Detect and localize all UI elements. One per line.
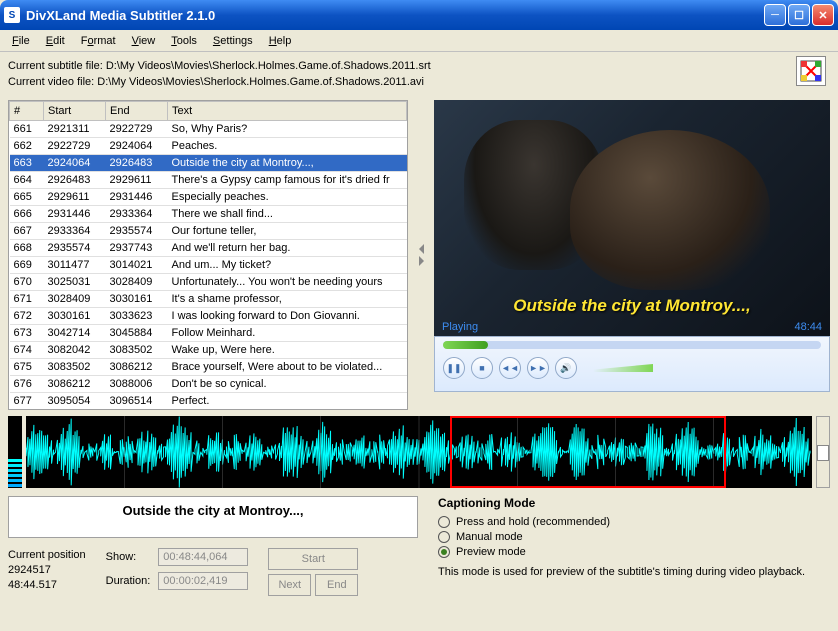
waveform-selection[interactable] <box>450 416 725 488</box>
close-button[interactable]: ✕ <box>812 4 834 26</box>
next-caption-button[interactable]: Next <box>268 574 311 596</box>
menu-tools[interactable]: Tools <box>163 33 205 49</box>
duration-input[interactable] <box>158 572 248 590</box>
radio-option[interactable]: Manual mode <box>438 531 830 543</box>
show-label: Show: <box>106 551 151 563</box>
mode-description: This mode is used for preview of the sub… <box>438 566 830 578</box>
splitter-left-icon <box>419 244 424 254</box>
video-file-path: D:\My Videos\Movies\Sherlock.Holmes.Game… <box>97 76 424 88</box>
radio-option[interactable]: Preview mode <box>438 546 830 558</box>
player-controls: ❚❚ ■ ◄◄ ►► 🔊 <box>434 336 830 392</box>
video-time: 48:44 <box>794 321 822 333</box>
window-title: DivXLand Media Subtitler 2.1.0 <box>26 8 764 23</box>
menu-file[interactable]: File <box>4 33 38 49</box>
video-file-label: Current video file: <box>8 76 94 88</box>
menu-help[interactable]: Help <box>261 33 300 49</box>
caption-mode-title: Captioning Mode <box>438 496 830 510</box>
position-time: 48:44.517 <box>8 578 86 593</box>
table-row[interactable]: 66729333642935574Our fortune teller, <box>10 223 407 240</box>
file-info-panel: Current subtitle file: D:\My Videos\Movi… <box>0 52 838 100</box>
table-row[interactable]: 66229227292924064Peaches. <box>10 138 407 155</box>
video-subtitle-overlay: Outside the city at Montroy..., <box>434 296 830 316</box>
titlebar: S DivXLand Media Subtitler 2.1.0 ─ ☐ ✕ <box>0 0 838 30</box>
menu-view[interactable]: View <box>124 33 164 49</box>
level-meter <box>8 416 22 488</box>
position-info: Current position 2924517 48:44.517 <box>8 548 86 593</box>
show-input[interactable] <box>158 548 248 566</box>
subtitle-file-label: Current subtitle file: <box>8 60 103 72</box>
radio-label: Preview mode <box>456 546 526 558</box>
table-row[interactable]: 66129213112922729So, Why Paris? <box>10 121 407 138</box>
menu-settings[interactable]: Settings <box>205 33 261 49</box>
waveform[interactable] <box>26 416 812 488</box>
subtitle-edit-box[interactable]: Outside the city at Montroy..., <box>8 496 418 538</box>
radio-icon <box>438 531 450 543</box>
volume-slider[interactable] <box>593 364 653 372</box>
table-row[interactable]: 66829355742937743And we'll return her ba… <box>10 240 407 257</box>
waveform-zoom-slider[interactable] <box>816 416 830 488</box>
video-status: Playing <box>442 321 478 333</box>
video-preview[interactable]: Outside the city at Montroy..., Playing … <box>434 100 830 336</box>
splitter-right-icon <box>419 256 424 266</box>
column-header[interactable]: End <box>106 102 168 121</box>
maximize-button[interactable]: ☐ <box>788 4 810 26</box>
table-row[interactable]: 66429264832929611There's a Gypsy camp fa… <box>10 172 407 189</box>
column-header[interactable]: Start <box>44 102 106 121</box>
start-button[interactable]: Start <box>268 548 358 570</box>
menu-format[interactable]: Format <box>73 33 124 49</box>
table-row[interactable]: 66629314462933364There we shall find... <box>10 206 407 223</box>
end-button[interactable]: End <box>315 574 358 596</box>
table-row[interactable]: 67530835023086212Brace yourself, Were ab… <box>10 359 407 376</box>
column-header[interactable]: Text <box>168 102 407 121</box>
column-header[interactable]: # <box>10 102 44 121</box>
table-row[interactable]: 67030250313028409Unfortunately... You wo… <box>10 274 407 291</box>
next-button[interactable]: ►► <box>527 357 549 379</box>
radio-label: Manual mode <box>456 531 523 543</box>
menubar: File Edit Format View Tools Settings Hel… <box>0 30 838 52</box>
minimize-button[interactable]: ─ <box>764 4 786 26</box>
table-row[interactable]: 66930114773014021And um... My ticket? <box>10 257 407 274</box>
table-row[interactable]: 67230301613033623I was looking forward t… <box>10 308 407 325</box>
position-frame: 2924517 <box>8 563 86 578</box>
subtitle-file-path: D:\My Videos\Movies\Sherlock.Holmes.Game… <box>106 60 431 72</box>
position-label: Current position <box>8 548 86 563</box>
radio-icon <box>438 516 450 528</box>
radio-icon <box>438 546 450 558</box>
prev-button[interactable]: ◄◄ <box>499 357 521 379</box>
app-icon: S <box>4 7 20 23</box>
volume-button[interactable]: 🔊 <box>555 357 577 379</box>
table-row[interactable]: 67730950543096514Perfect. <box>10 393 407 410</box>
table-row[interactable]: 67330427143045884Follow Meinhard. <box>10 325 407 342</box>
table-row[interactable]: 67130284093030161It's a shame professor, <box>10 291 407 308</box>
table-row[interactable]: 67430820423083502Wake up, Were here. <box>10 342 407 359</box>
radio-label: Press and hold (recommended) <box>456 516 610 528</box>
subtitle-table[interactable]: #StartEndText 66129213112922729So, Why P… <box>8 100 408 410</box>
duration-label: Duration: <box>106 575 151 587</box>
table-row[interactable]: 67630862123088006Don't be so cynical. <box>10 376 407 393</box>
pause-button[interactable]: ❚❚ <box>443 357 465 379</box>
splitter-vertical[interactable] <box>416 100 426 410</box>
menu-edit[interactable]: Edit <box>38 33 73 49</box>
stop-button[interactable]: ■ <box>471 357 493 379</box>
table-row[interactable]: 66329240642926483Outside the city at Mon… <box>10 155 407 172</box>
logo-icon <box>796 56 826 86</box>
table-row[interactable]: 66529296112931446Especially peaches. <box>10 189 407 206</box>
progress-bar[interactable] <box>443 341 821 349</box>
radio-option[interactable]: Press and hold (recommended) <box>438 516 830 528</box>
